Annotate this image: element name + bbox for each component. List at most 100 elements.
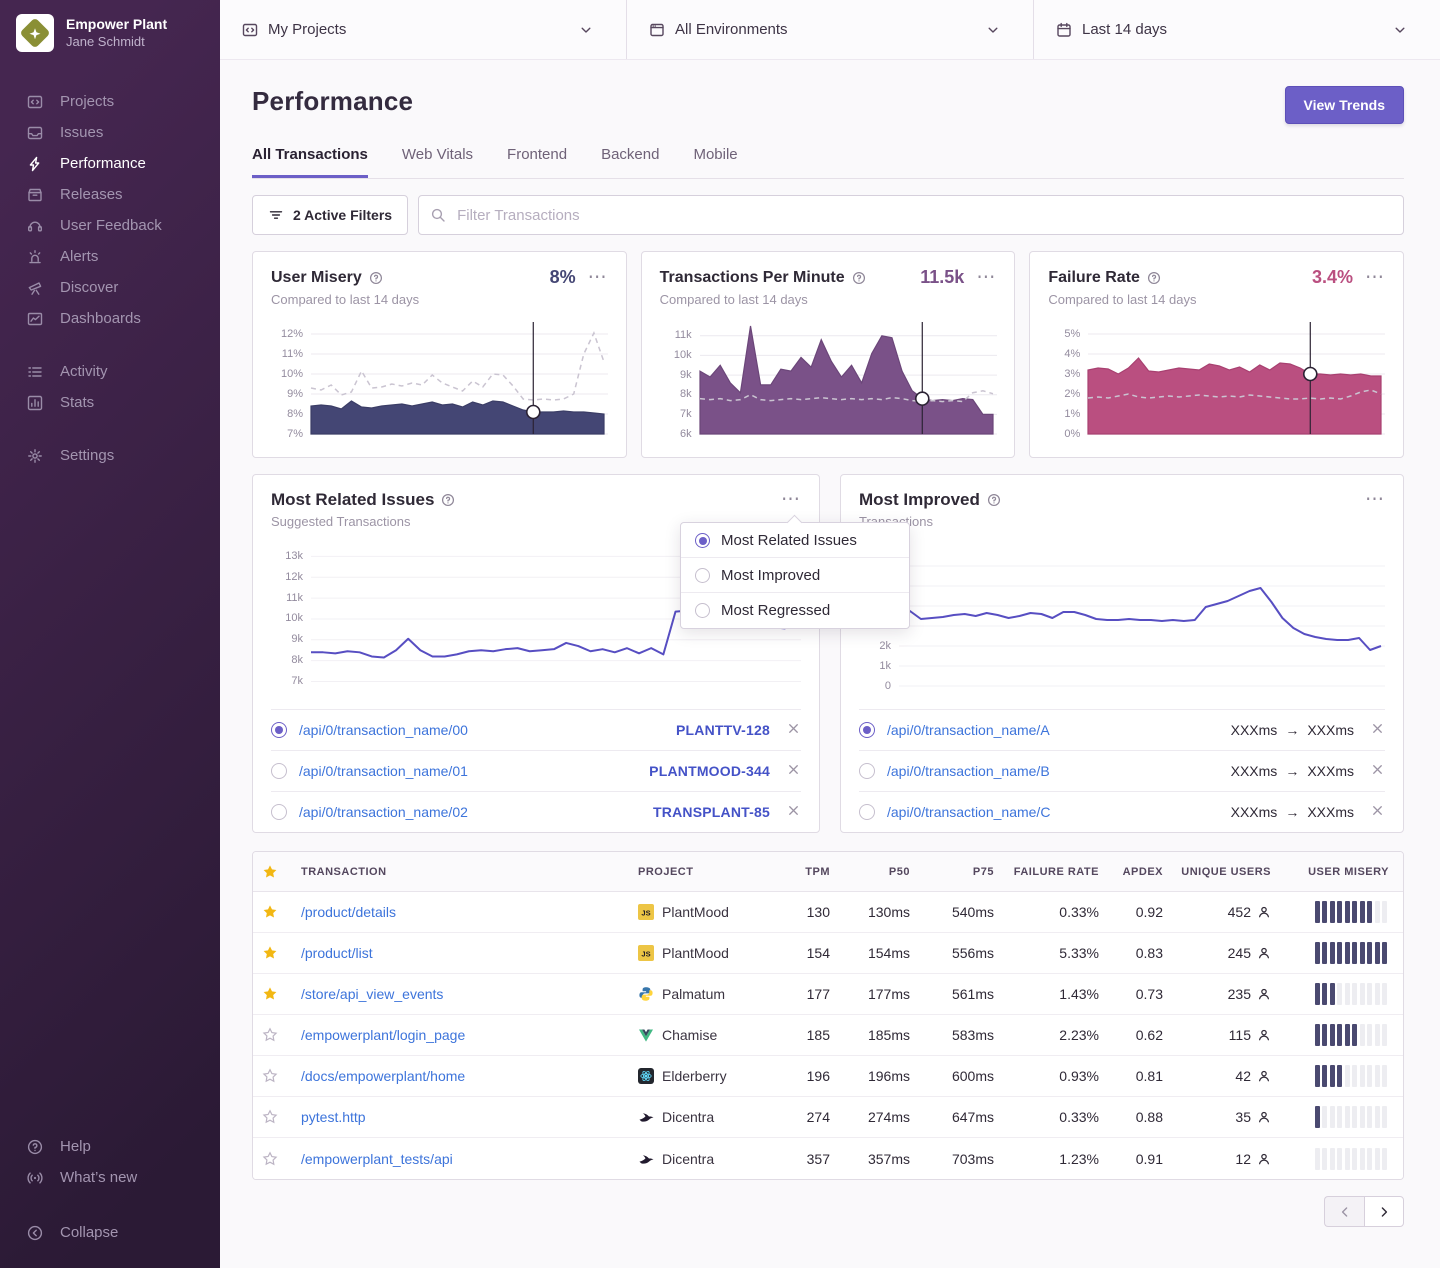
- close-icon[interactable]: [1370, 721, 1385, 739]
- star-filled-icon[interactable]: [253, 945, 301, 961]
- environment-filter[interactable]: All Environments: [627, 0, 1034, 59]
- close-icon[interactable]: [786, 803, 801, 821]
- help-circle-icon[interactable]: [369, 271, 383, 285]
- star-column-header[interactable]: [253, 864, 301, 880]
- option-label: Most Regressed: [721, 602, 830, 619]
- transaction-link[interactable]: pytest.http: [301, 1109, 366, 1125]
- next-page-button[interactable]: [1364, 1196, 1404, 1227]
- apdex-cell: 0.81: [1113, 1068, 1177, 1084]
- sidebar-item-collapse[interactable]: Collapse: [0, 1217, 220, 1248]
- active-filters-button[interactable]: 2 Active Filters: [252, 195, 408, 235]
- close-icon[interactable]: [786, 721, 801, 739]
- sidebar-item-settings[interactable]: Settings: [0, 440, 220, 471]
- sidebar-item-alerts[interactable]: Alerts: [0, 241, 220, 272]
- star-outline-icon[interactable]: [253, 1027, 301, 1043]
- sidebar-item-projects[interactable]: Projects: [0, 86, 220, 117]
- column-header-p75[interactable]: P75: [924, 866, 1008, 878]
- sidebar-item-dashboards[interactable]: Dashboards: [0, 303, 220, 334]
- arrow-right-icon: →: [1285, 804, 1299, 820]
- column-header-user-misery[interactable]: User Misery: [1285, 866, 1403, 878]
- transaction-radio[interactable]: [859, 804, 875, 820]
- date-filter[interactable]: Last 14 days: [1034, 0, 1440, 59]
- issue-tag[interactable]: PLANTTV-128: [676, 722, 770, 738]
- project-filter[interactable]: My Projects: [220, 0, 627, 59]
- star-outline-icon[interactable]: [253, 1068, 301, 1084]
- column-header-transaction[interactable]: Transaction: [301, 866, 638, 878]
- transaction-link[interactable]: /api/0/transaction_name/A: [887, 722, 1231, 738]
- option-radio[interactable]: [695, 533, 710, 548]
- tpm-card: Transactions Per Minute 11.5k ⋯ Compared…: [641, 251, 1016, 458]
- previous-page-button[interactable]: [1324, 1196, 1364, 1227]
- transaction-cell: /docs/empowerplant/home: [301, 1068, 638, 1084]
- star-outline-icon[interactable]: [253, 1109, 301, 1125]
- transaction-radio[interactable]: [271, 804, 287, 820]
- ellipsis-menu[interactable]: ⋯: [588, 273, 608, 283]
- transaction-link[interactable]: /product/list: [301, 945, 373, 961]
- transaction-link[interactable]: /api/0/transaction_name/00: [299, 722, 676, 738]
- sidebar-item-stats[interactable]: Stats: [0, 387, 220, 418]
- view-trends-button[interactable]: View Trends: [1285, 86, 1404, 124]
- help-circle-icon[interactable]: [987, 493, 1001, 507]
- bird-platform-icon: [638, 1151, 654, 1167]
- transaction-link[interactable]: /empowerplant_tests/api: [301, 1151, 453, 1167]
- tab-frontend[interactable]: Frontend: [507, 146, 567, 178]
- column-header-project[interactable]: Project: [638, 866, 786, 878]
- tab-web-vitals[interactable]: Web Vitals: [402, 146, 473, 178]
- close-icon[interactable]: [1370, 762, 1385, 780]
- tab-all-transactions[interactable]: All Transactions: [252, 146, 368, 178]
- dropdown-option[interactable]: Most Regressed: [681, 593, 909, 628]
- transaction-radio[interactable]: [271, 763, 287, 779]
- transaction-link[interactable]: /store/api_view_events: [301, 986, 443, 1002]
- transaction-link[interactable]: /api/0/transaction_name/B: [887, 763, 1231, 779]
- sidebar-item-whats-new[interactable]: What’s new: [0, 1162, 220, 1193]
- help-circle-icon[interactable]: [441, 493, 455, 507]
- sidebar-item-discover[interactable]: Discover: [0, 272, 220, 303]
- dropdown-option[interactable]: Most Related Issues: [681, 523, 909, 558]
- issue-tag[interactable]: PLANTMOOD-344: [649, 763, 770, 779]
- column-header-unique-users[interactable]: Unique Users: [1177, 866, 1285, 878]
- ellipsis-menu[interactable]: ⋯: [1365, 495, 1385, 505]
- close-icon[interactable]: [1370, 803, 1385, 821]
- transaction-link[interactable]: /api/0/transaction_name/C: [887, 804, 1231, 820]
- tab-mobile[interactable]: Mobile: [693, 146, 737, 178]
- transaction-link[interactable]: /api/0/transaction_name/02: [299, 804, 653, 820]
- ellipsis-menu[interactable]: ⋯: [976, 273, 996, 283]
- improved-transaction-row: /api/0/transaction_name/C XXXms→XXXms: [859, 791, 1385, 832]
- option-radio[interactable]: [695, 568, 710, 583]
- transaction-link[interactable]: /api/0/transaction_name/01: [299, 763, 649, 779]
- column-header-failure-rate[interactable]: Failure Rate: [1008, 866, 1113, 878]
- option-label: Most Related Issues: [721, 532, 857, 549]
- star-outline-icon[interactable]: [253, 1151, 301, 1167]
- column-header-apdex[interactable]: Apdex: [1113, 866, 1177, 878]
- transaction-radio[interactable]: [859, 722, 875, 738]
- sidebar-item-activity[interactable]: Activity: [0, 356, 220, 387]
- close-icon[interactable]: [786, 762, 801, 780]
- sidebar-item-help[interactable]: Help: [0, 1131, 220, 1162]
- transaction-radio[interactable]: [859, 763, 875, 779]
- filter-icon: [268, 207, 284, 223]
- help-circle-icon[interactable]: [1147, 271, 1161, 285]
- transaction-radio[interactable]: [271, 722, 287, 738]
- issue-tag[interactable]: TRANSPLANT-85: [653, 804, 770, 820]
- sidebar-item-user-feedback[interactable]: User Feedback: [0, 210, 220, 241]
- star-filled-icon[interactable]: [253, 904, 301, 920]
- ellipsis-menu[interactable]: ⋯: [781, 495, 801, 505]
- user-icon: [1257, 987, 1271, 1001]
- ellipsis-menu[interactable]: ⋯: [1365, 273, 1385, 283]
- sidebar-item-releases[interactable]: Releases: [0, 179, 220, 210]
- transaction-link[interactable]: /docs/empowerplant/home: [301, 1068, 465, 1084]
- help-circle-icon[interactable]: [852, 271, 866, 285]
- transaction-link[interactable]: /empowerplant/login_page: [301, 1027, 465, 1043]
- search-input[interactable]: [418, 195, 1404, 235]
- column-header-tpm[interactable]: TPM: [786, 866, 844, 878]
- sidebar-item-issues[interactable]: Issues: [0, 117, 220, 148]
- org-switcher[interactable]: Empower Plant Jane Schmidt: [0, 0, 220, 64]
- option-radio[interactable]: [695, 603, 710, 618]
- sidebar-item-performance[interactable]: Performance: [0, 148, 220, 179]
- bird-platform-icon: [638, 1109, 654, 1125]
- dropdown-option[interactable]: Most Improved: [681, 558, 909, 593]
- star-filled-icon[interactable]: [253, 986, 301, 1002]
- transaction-link[interactable]: /product/details: [301, 904, 396, 920]
- tab-backend[interactable]: Backend: [601, 146, 659, 178]
- column-header-p50[interactable]: P50: [844, 866, 924, 878]
